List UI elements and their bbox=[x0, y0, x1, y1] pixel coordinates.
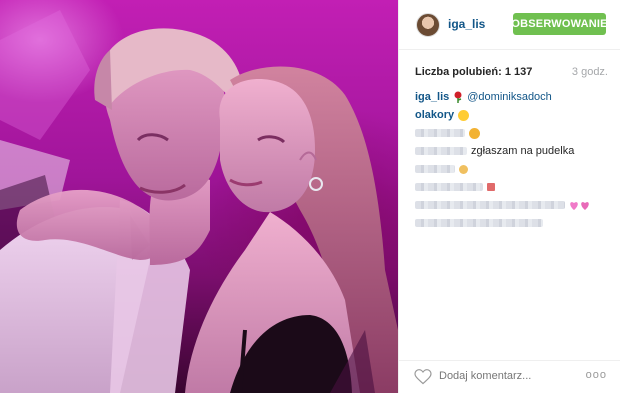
blurred-username bbox=[415, 165, 455, 173]
emoji-icon bbox=[459, 164, 468, 174]
post-photo[interactable] bbox=[0, 0, 398, 393]
post-sidebar: iga_lis OBSERWOWANIE Liczba polubień: 1 … bbox=[398, 0, 620, 393]
cat-icon bbox=[469, 127, 480, 139]
comment-line: olakory bbox=[415, 106, 615, 124]
follow-button[interactable]: OBSERWOWANIE bbox=[511, 13, 607, 35]
post-footer: Dodaj komentarz... ooo bbox=[399, 360, 620, 393]
comment-username[interactable]: olakory bbox=[415, 108, 454, 122]
comment-line bbox=[415, 196, 615, 214]
likes-count[interactable]: Liczba polubień: 1 137 bbox=[415, 66, 532, 78]
rose-icon bbox=[454, 91, 462, 103]
comment-line bbox=[415, 178, 615, 196]
post-time[interactable]: 3 godz. bbox=[572, 66, 608, 78]
smile-icon bbox=[458, 109, 470, 121]
post-meta: Liczba polubień: 1 137 3 godz. bbox=[399, 62, 620, 80]
comment-text: zgłaszam na pudelka bbox=[471, 145, 575, 157]
comment-line: zgłaszam na pudelka bbox=[415, 142, 615, 160]
comments-list: iga_lis @dominiksadoch olakory zgłaszam … bbox=[415, 88, 615, 232]
caption-username[interactable]: iga_lis bbox=[415, 90, 449, 104]
heart-icon[interactable] bbox=[414, 369, 432, 385]
photo-scene bbox=[0, 10, 398, 393]
post-header: iga_lis OBSERWOWANIE bbox=[399, 0, 620, 50]
blurred-username bbox=[415, 129, 465, 137]
caption-line: iga_lis @dominiksadoch bbox=[415, 88, 615, 106]
blurred-username bbox=[415, 147, 467, 155]
caption-mention[interactable]: @dominiksadoch bbox=[467, 90, 552, 104]
comment-input[interactable]: Dodaj komentarz... bbox=[439, 370, 531, 382]
blurred-text bbox=[415, 201, 565, 209]
sparkle-heart-icon bbox=[570, 201, 589, 210]
username-link[interactable]: iga_lis bbox=[448, 17, 485, 31]
emoji-icon bbox=[487, 183, 495, 191]
more-icon[interactable]: ooo bbox=[586, 369, 607, 381]
comment-line bbox=[415, 160, 615, 178]
blurred-text bbox=[415, 183, 483, 191]
avatar[interactable] bbox=[416, 13, 440, 37]
blurred-text bbox=[415, 219, 543, 227]
comment-line bbox=[415, 214, 615, 232]
comment-line bbox=[415, 124, 615, 142]
